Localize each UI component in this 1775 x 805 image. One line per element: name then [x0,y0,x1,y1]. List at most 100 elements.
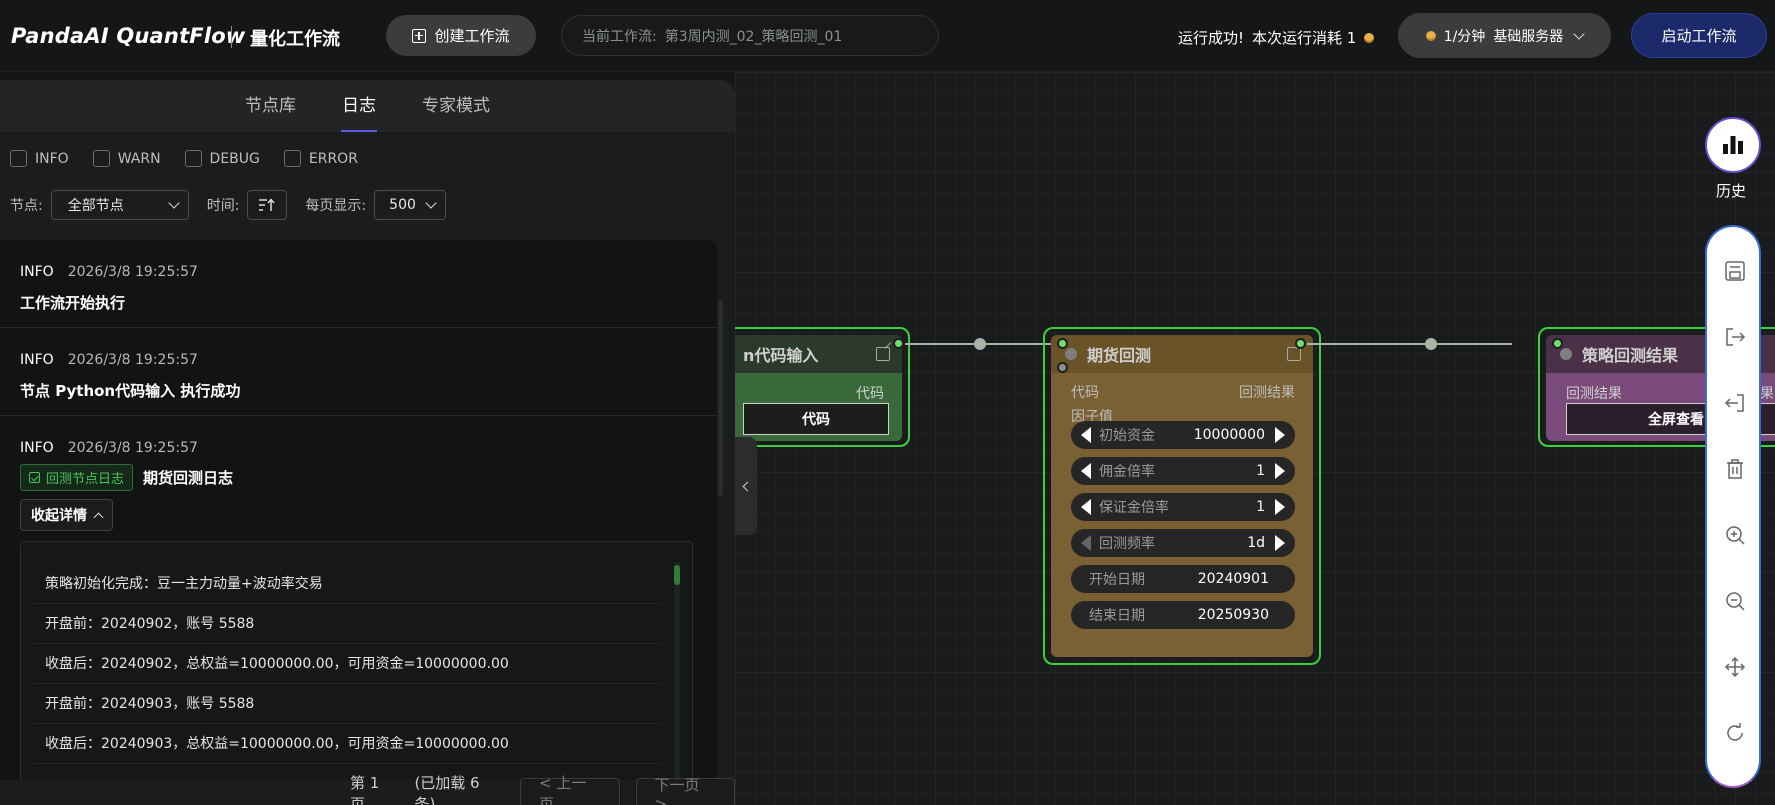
detail-line: 开盘前：20240902，账号 5588 [33,604,661,644]
edge-midpoint[interactable] [1425,338,1437,350]
checkbox-icon [92,150,110,167]
server-select[interactable]: 1/分钟 基础服务器 [1398,13,1611,58]
export-icon[interactable] [1723,325,1747,349]
edge-backtest-to-result [1307,343,1512,345]
prev-page-button[interactable]: < 上一页 [520,774,620,805]
detail-scrollbar-track[interactable] [674,562,680,780]
increment-icon[interactable] [1275,463,1285,479]
detail-line: 收盘后：20240903，总权益=10000000.00，可用资金=100000… [33,724,661,764]
port-result-out[interactable] [1295,338,1306,349]
page-number: 第 1 页 [350,774,380,805]
node-code-input[interactable]: n代码输入 代码 代码 [735,327,910,447]
param-name: 佣金倍率 [1099,464,1155,480]
panel-tabs: 节点库 日志 专家模式 [0,80,735,132]
increment-icon[interactable] [1275,427,1285,443]
history-label: 历史 [1716,182,1747,200]
port-code-in[interactable] [1057,338,1068,349]
page-size-select[interactable]: 500 [374,190,447,220]
history-button[interactable] [1705,117,1761,173]
param-commission-rate[interactable]: 佣金倍率 1 [1071,457,1295,485]
time-sort-label: 时间: [206,198,240,214]
log-detail-box[interactable]: 策略初始化完成：豆一主力动量+波动率交易 开盘前：20240902，账号 558… [20,541,693,780]
tab-logs[interactable]: 日志 [319,80,399,132]
checkbox-icon [283,150,301,167]
param-name: 结束日期 [1089,608,1145,624]
param-value: 20250930 [1197,607,1269,623]
create-workflow-button[interactable]: 创建工作流 [386,15,536,56]
node-filter-value: 全部节点 [67,198,124,214]
node-futures-backtest[interactable]: 期货回测 代码 因子值 回测结果 初始资金 10000000 佣金倍率 1 保证… [1043,327,1321,665]
log-entry-header: INFO 2026/3/8 19:25:57 [20,352,697,368]
port-code-out[interactable] [893,338,904,349]
code-field[interactable]: 代码 [743,403,889,435]
current-workflow-name: 第3周内测_02_策略回测_01 [664,28,843,45]
param-backtest-frequency[interactable]: 回测频率 1d [1071,529,1295,557]
brand-subtitle: 量化工作流 [250,29,340,50]
collapse-details-button[interactable]: 收起详情 [20,499,113,531]
top-header: PandaAI QuantFlow 量化工作流 创建工作流 当前工作流: 第3周… [0,0,1775,72]
server-rate: 1/分钟 [1443,28,1486,45]
log-entry-header: INFO 2026/3/8 19:25:57 [20,264,697,280]
coin-icon [1425,30,1436,41]
refresh-icon[interactable] [1723,721,1747,745]
log-filters: 节点: 全部节点 时间: 每页显示: 500 [10,190,447,220]
increment-icon[interactable] [1275,499,1285,515]
decrement-icon[interactable] [1081,463,1091,479]
edit-icon[interactable] [1287,347,1301,361]
run-status: 运行成功! 本次运行消耗 1 [1178,27,1375,48]
port-result-in[interactable] [1552,338,1563,349]
panel-collapse-handle[interactable] [735,437,757,535]
level-debug-checkbox[interactable]: DEBUG [184,150,260,167]
log-entry-header: INFO 2026/3/8 19:25:57 [20,440,697,456]
param-end-date[interactable]: 结束日期 20250930 [1071,601,1295,629]
zoom-out-icon[interactable] [1723,589,1747,613]
pagination: 第 1 页 (已加载 6 条) < 上一页 下一页 > [0,774,735,805]
port-label-code-out: 代码 [856,386,884,402]
log-scrollbar[interactable] [718,300,723,496]
param-value: 1d [1247,535,1265,551]
increment-icon[interactable] [1275,535,1285,551]
level-label: ERROR [308,150,358,167]
level-label: INFO [35,150,69,167]
log-level: INFO [20,352,54,368]
param-value: 1 [1256,463,1265,479]
status-dot-icon [1065,348,1077,360]
next-page-button[interactable]: 下一页 > [635,776,735,805]
workflow-canvas[interactable]: n代码输入 代码 代码 期货回测 代码 因子值 回测结果 初始资金 100000… [735,72,1775,805]
fit-view-icon[interactable] [1723,655,1747,679]
node-backtest-title: 期货回测 [1087,346,1152,365]
start-workflow-button[interactable]: 启动工作流 [1631,13,1767,58]
decrement-icon[interactable] [1081,535,1091,551]
delete-icon[interactable] [1723,457,1747,481]
edit-icon[interactable] [876,347,890,361]
decrement-icon[interactable] [1081,499,1091,515]
log-level: INFO [20,264,54,280]
loaded-count: (已加载 6 条) [414,774,480,805]
param-margin-rate[interactable]: 保证金倍率 1 [1071,493,1295,521]
tab-expert-mode[interactable]: 专家模式 [399,80,513,132]
node-filter-select[interactable]: 全部节点 [50,190,189,220]
level-warn-checkbox[interactable]: WARN [92,150,161,167]
detail-scrollbar-thumb[interactable] [674,565,680,585]
decrement-icon[interactable] [1081,427,1091,443]
level-info-checkbox[interactable]: INFO [10,150,69,167]
port-factor-in[interactable] [1057,362,1068,373]
node-filter-label: 节点: [10,198,43,214]
param-initial-capital[interactable]: 初始资金 10000000 [1071,421,1295,449]
param-start-date[interactable]: 开始日期 20240901 [1071,565,1295,593]
port-label-result-in: 回测结果 [1566,386,1622,402]
log-list[interactable]: INFO 2026/3/8 19:25:57 工作流开始执行 INFO 2026… [0,240,717,780]
plus-icon [412,28,427,43]
node-backtest-body: 期货回测 代码 因子值 回测结果 初始资金 10000000 佣金倍率 1 保证… [1051,335,1313,657]
save-icon[interactable] [1723,259,1747,283]
time-sort-button[interactable] [247,190,288,220]
log-badge-row: 回测节点日志 期货回测日志 [20,464,697,491]
chevron-down-icon [425,197,437,209]
zoom-in-icon[interactable] [1723,523,1747,547]
collapse-details-label: 收起详情 [31,508,87,524]
edge-midpoint[interactable] [974,338,986,350]
tab-node-library[interactable]: 节点库 [222,80,319,132]
level-label: DEBUG [209,150,260,167]
import-icon[interactable] [1723,391,1747,415]
level-error-checkbox[interactable]: ERROR [283,150,358,167]
